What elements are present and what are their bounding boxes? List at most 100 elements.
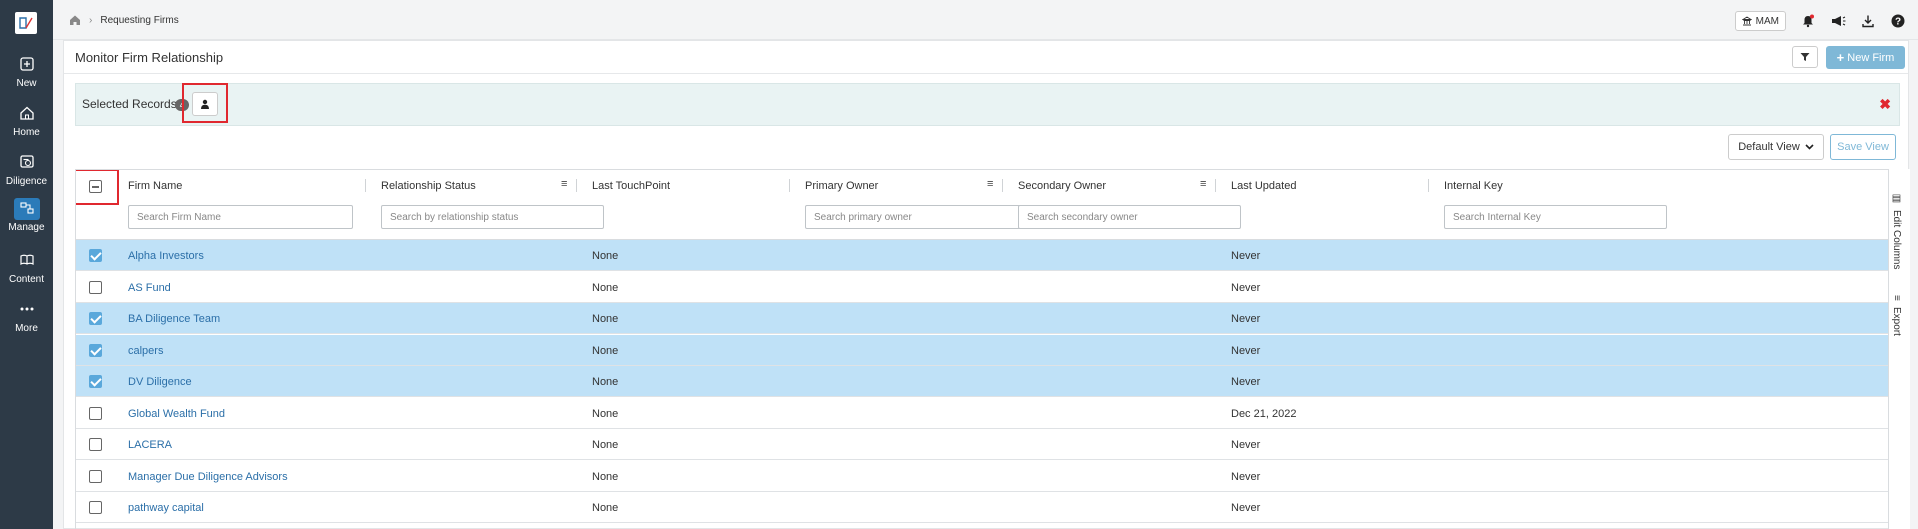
download-icon[interactable]: [1860, 13, 1876, 29]
breadcrumb-current: Requesting Firms: [100, 14, 179, 26]
filter-button[interactable]: [1792, 46, 1818, 68]
mam-button[interactable]: MAM: [1734, 11, 1786, 31]
filter-icon: [1800, 53, 1810, 61]
row-checkbox[interactable]: [89, 312, 102, 325]
nav-item-content[interactable]: Content: [0, 250, 53, 285]
view-selector-dropdown[interactable]: Default View: [1728, 134, 1824, 160]
table-row[interactable]: LACERA None Never: [76, 429, 1888, 460]
firm-name-link[interactable]: Global Wealth Fund: [128, 408, 225, 420]
table-row[interactable]: pathway capital None Never: [76, 492, 1888, 523]
home-icon: [19, 106, 34, 120]
firm-name-link[interactable]: pathway capital: [128, 502, 204, 514]
table-row[interactable]: DV Diligence None Never: [76, 366, 1888, 397]
last-updated-cell: Never: [1231, 281, 1261, 294]
help-icon[interactable]: ?: [1890, 13, 1906, 29]
filter-row: [76, 200, 1888, 240]
edit-columns-label: Edit Columns: [1891, 210, 1902, 270]
book-icon: [19, 254, 34, 265]
row-checkbox[interactable]: [89, 280, 102, 294]
more-dots-icon: [20, 307, 33, 310]
column-header-primary-owner[interactable]: Primary Owner: [805, 180, 878, 192]
nav-item-new[interactable]: New: [0, 54, 53, 89]
last-updated-cell: Never: [1231, 376, 1261, 388]
row-checkbox[interactable]: [89, 249, 102, 262]
column-divider: [365, 179, 366, 192]
row-checkbox[interactable]: [89, 501, 102, 514]
new-firm-button[interactable]: + New Firm: [1826, 46, 1905, 69]
last-updated-cell: Dec 21, 2022: [1231, 407, 1297, 420]
column-menu-icon[interactable]: ≡: [561, 178, 571, 190]
firm-name-link[interactable]: calpers: [128, 345, 163, 357]
table-row[interactable]: Global Wealth Fund None Dec 21, 2022: [76, 397, 1888, 429]
last-touchpoint-cell: None: [592, 439, 619, 451]
export-tab[interactable]: ≡ Export: [1891, 295, 1902, 336]
nav-label: New: [16, 78, 37, 89]
search-secondary-owner-input[interactable]: [1018, 205, 1241, 229]
divider: [64, 73, 1908, 74]
row-checkbox[interactable]: [89, 375, 102, 388]
firm-name-link[interactable]: DV Diligence: [128, 376, 192, 388]
menu-icon: ≡: [1891, 295, 1902, 301]
search-firm-name-input[interactable]: [128, 205, 353, 229]
firm-name-link[interactable]: Alpha Investors: [128, 250, 204, 262]
home-icon[interactable]: [69, 14, 81, 26]
search-relationship-status-input[interactable]: [381, 205, 604, 229]
save-view-button[interactable]: Save View: [1830, 134, 1896, 160]
column-menu-icon[interactable]: ≡: [1200, 178, 1210, 190]
table-row[interactable]: Manager Due Diligence Advisors None Never: [76, 460, 1888, 492]
column-header-last-updated[interactable]: Last Updated: [1231, 180, 1296, 192]
nav-item-more[interactable]: More: [0, 299, 53, 334]
nav-label: More: [15, 323, 38, 334]
firm-name-link[interactable]: LACERA: [128, 439, 172, 451]
column-divider: [1215, 179, 1216, 192]
firms-table: Firm Name Relationship Status ≡ Last Tou…: [75, 169, 1889, 529]
diligence-icon: [19, 154, 34, 168]
column-divider: [1002, 179, 1003, 192]
nav-item-diligence[interactable]: Diligence: [0, 152, 53, 187]
row-checkbox[interactable]: [89, 469, 102, 483]
last-touchpoint-cell: None: [592, 313, 619, 325]
table-row[interactable]: Alpha Investors None Never: [76, 240, 1888, 271]
notifications-bell-icon[interactable]: [1800, 13, 1816, 29]
column-header-relationship-status[interactable]: Relationship Status: [381, 180, 476, 192]
column-menu-icon[interactable]: ≡: [987, 178, 997, 190]
nav-item-manage[interactable]: Manage: [0, 198, 53, 233]
plus-square-icon: [19, 56, 34, 71]
firm-name-link[interactable]: AS Fund: [128, 282, 171, 294]
last-updated-cell: Never: [1231, 502, 1261, 514]
last-updated-cell: Never: [1231, 470, 1261, 483]
table-row[interactable]: AS Fund None Never: [76, 271, 1888, 303]
column-header-last-touchpoint[interactable]: Last TouchPoint: [592, 180, 670, 192]
edit-columns-tab[interactable]: ▤ Edit Columns: [1891, 193, 1902, 269]
firm-name-link[interactable]: BA Diligence Team: [128, 313, 220, 325]
logo-icon: [19, 17, 33, 29]
view-selector-label: Default View: [1738, 141, 1800, 153]
last-updated-cell: Never: [1231, 250, 1261, 262]
firm-name-link[interactable]: Manager Due Diligence Advisors: [128, 471, 288, 483]
megaphone-icon[interactable]: [1830, 13, 1846, 29]
column-header-firm-name[interactable]: Firm Name: [128, 180, 182, 192]
last-updated-cell: Never: [1231, 313, 1261, 325]
export-label: Export: [1891, 306, 1902, 336]
row-checkbox[interactable]: [89, 406, 102, 420]
app-logo[interactable]: [15, 12, 37, 34]
column-header-secondary-owner[interactable]: Secondary Owner: [1018, 180, 1106, 192]
highlight-box: [182, 83, 228, 123]
search-internal-key-input[interactable]: [1444, 205, 1667, 229]
last-updated-cell: Never: [1231, 439, 1261, 451]
row-checkbox[interactable]: [89, 438, 102, 451]
column-divider: [789, 179, 790, 192]
clear-selection-close-icon[interactable]: ✖: [1879, 96, 1891, 113]
column-header-internal-key[interactable]: Internal Key: [1444, 180, 1503, 192]
table-header: Firm Name Relationship Status ≡ Last Tou…: [76, 170, 1888, 205]
search-primary-owner-input[interactable]: [805, 205, 1030, 229]
last-touchpoint-cell: None: [592, 470, 619, 483]
last-updated-cell: Never: [1231, 344, 1261, 357]
table-row[interactable]: calpers None Never: [76, 334, 1888, 366]
table-row[interactable]: BA Diligence Team None Never: [76, 303, 1888, 334]
nav-item-home[interactable]: Home: [0, 103, 53, 138]
nav-label: Home: [13, 127, 40, 138]
breadcrumb: › Requesting Firms: [69, 14, 179, 26]
row-checkbox[interactable]: [89, 343, 102, 357]
side-tabs: ▤ Edit Columns ≡ Export: [1889, 169, 1910, 529]
